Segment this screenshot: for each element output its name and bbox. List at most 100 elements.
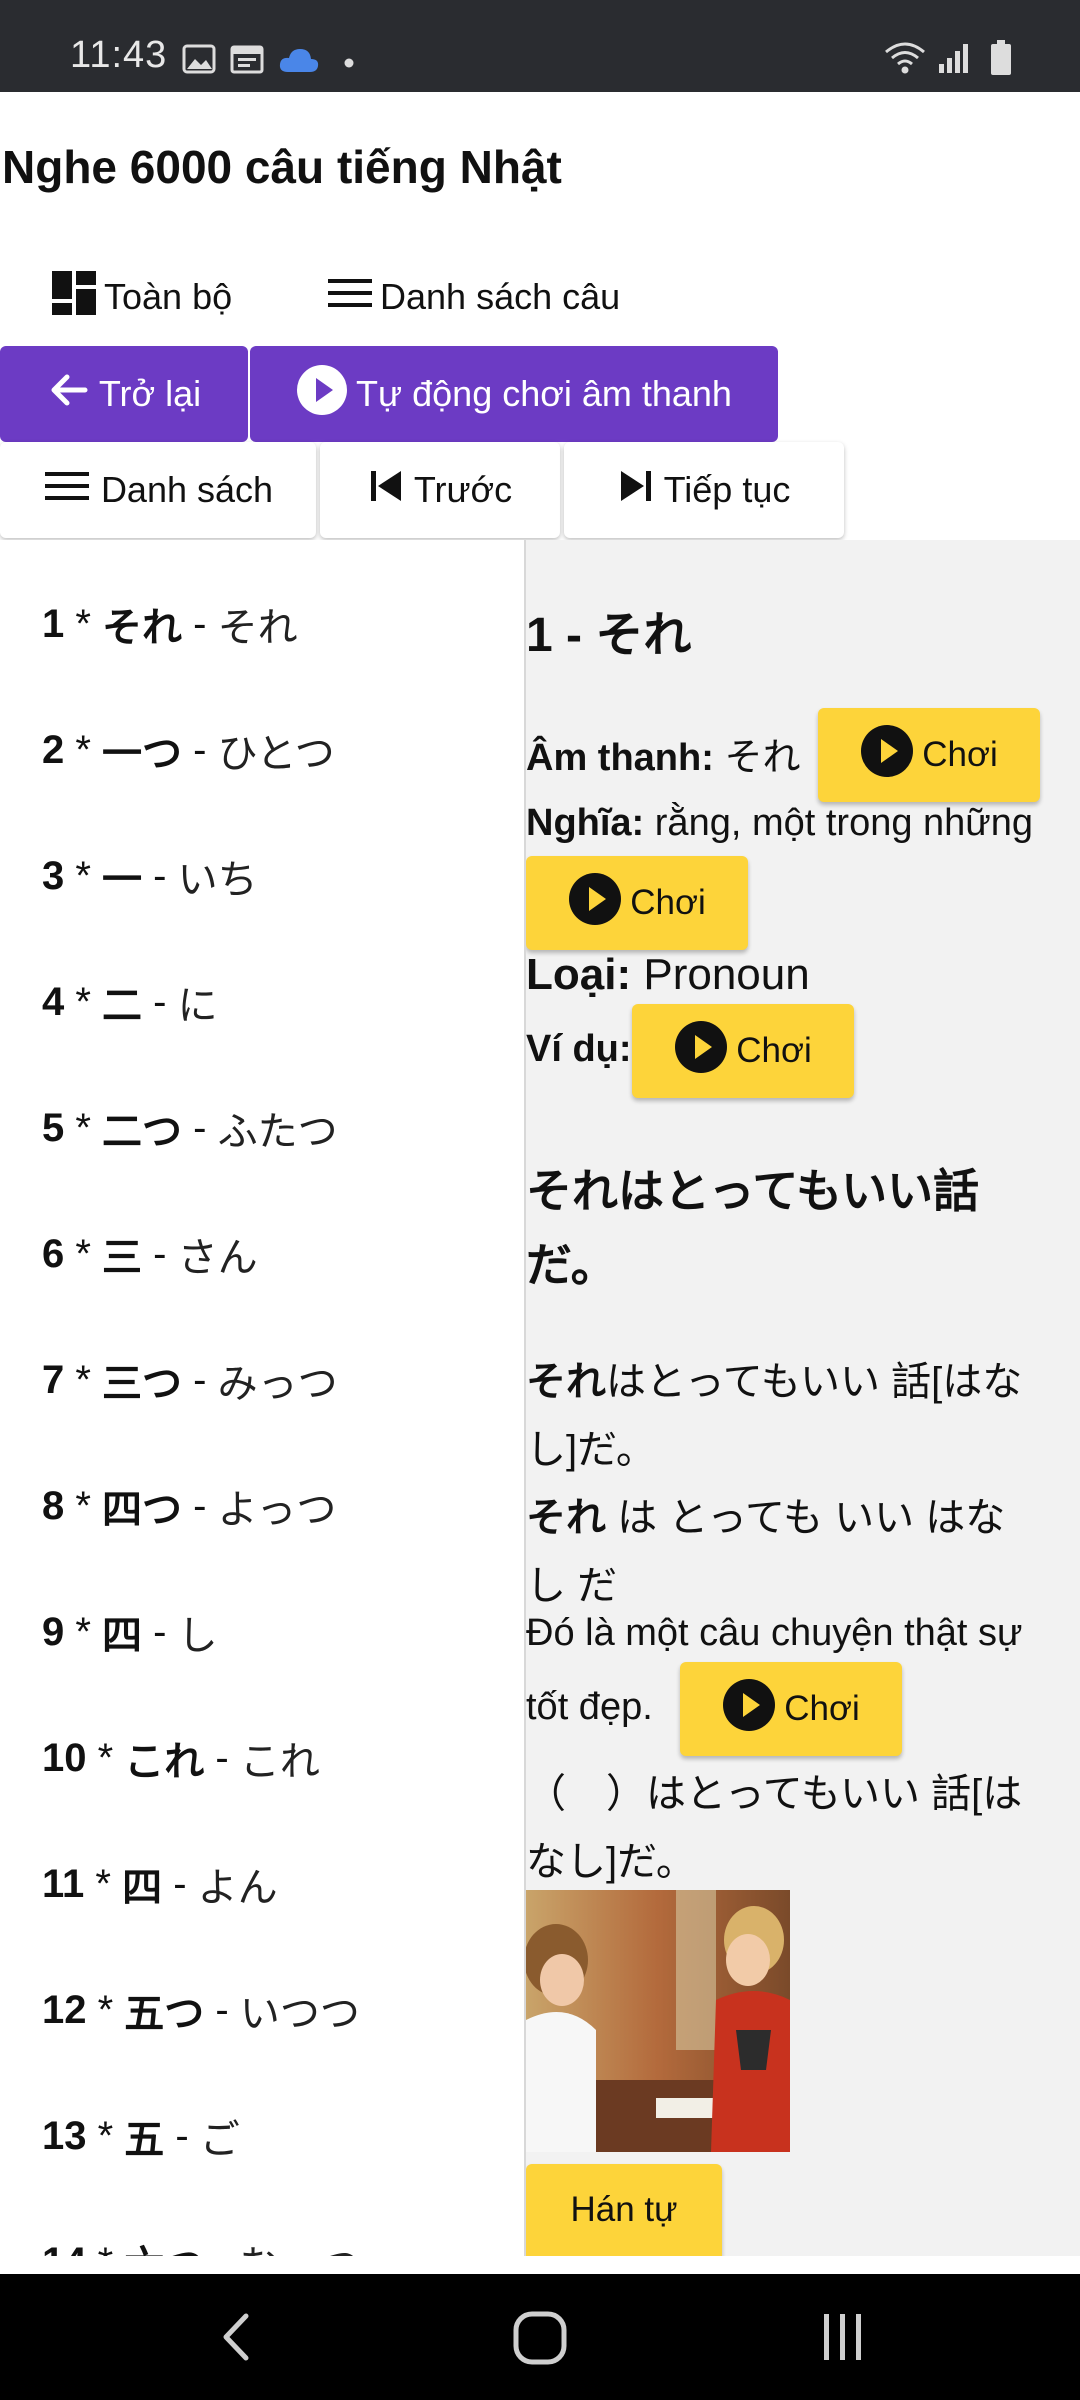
item-kanji: 五 [124, 2118, 165, 2162]
item-number: 4 [42, 979, 65, 1024]
separator-star: * [86, 2113, 125, 2158]
separator-dash: - [164, 2113, 200, 2158]
item-number: 2 [42, 727, 65, 772]
play-circle-icon [860, 724, 914, 787]
item-kanji: 四つ [102, 1488, 183, 1532]
audio-value: それ [724, 737, 801, 779]
nav-home-icon[interactable] [512, 2310, 568, 2371]
autoplay-button[interactable]: Tự động chơi âm thanh [250, 346, 778, 442]
list-button[interactable]: Danh sách [0, 442, 316, 538]
list-item[interactable]: 4 * 二 - に [42, 972, 218, 1032]
play-label: Chơi [922, 735, 998, 774]
menu-icon [326, 273, 380, 322]
play-example-button[interactable]: Chơi [632, 1004, 854, 1098]
type-label: Loại: [526, 950, 632, 999]
item-kana: これ [239, 1740, 320, 1784]
play-audio-button[interactable]: Chơi [818, 708, 1040, 802]
item-number: 11 [42, 1861, 85, 1906]
list-item[interactable]: 7 * 三つ - みっつ [42, 1350, 338, 1410]
previous-button-label: Trước [413, 469, 513, 510]
separator-dash: - [182, 1483, 218, 1528]
back-button-label: Trở lại [98, 373, 202, 414]
play-meaning-button[interactable]: Chơi [526, 856, 748, 950]
play-label: Chơi [784, 1689, 860, 1728]
audio-row: Âm thanh: それ [526, 726, 800, 781]
list-item[interactable]: 2 * 一つ - ひとつ [42, 720, 335, 780]
system-nav-bar [0, 2274, 1080, 2400]
item-kanji: 一つ [102, 732, 183, 776]
separator-star: * [64, 1483, 103, 1528]
item-kana: ふたつ [217, 1110, 338, 1154]
item-kanji: 六つ [124, 2233, 204, 2256]
tab-all[interactable]: Toàn bộ [50, 262, 232, 332]
spaced-line1: それ は とっても いい はな [526, 1484, 1005, 1552]
type-value: Pronoun [643, 950, 810, 999]
previous-button[interactable]: Trước [320, 442, 560, 538]
cloze-line1: （ ）はとってもいい 話[は [526, 1772, 1023, 1816]
item-kana: よっつ [217, 1488, 337, 1532]
status-bar: 11:43 [0, 0, 1080, 92]
separator-dash: - [204, 1735, 240, 1780]
item-number: 14 [42, 2240, 87, 2257]
list-item[interactable]: 5 * 二つ - ふたつ [42, 1098, 338, 1158]
play-circle-icon [674, 1020, 728, 1083]
type-row: Loại: Pronoun [526, 950, 810, 1000]
item-number: 5 [42, 1105, 65, 1150]
status-time: 11:43 [70, 34, 168, 76]
list-item[interactable]: 1 * それ - それ [42, 594, 298, 654]
nav-back-icon[interactable] [218, 2312, 254, 2367]
furigana-bold: それ [526, 1360, 606, 1404]
list-item[interactable]: 3 * 一 - いち [42, 846, 258, 906]
list-item[interactable]: 9 * 四 - し [42, 1602, 218, 1662]
separator-star: * [64, 601, 103, 646]
item-kanji: これ [124, 1740, 205, 1784]
kanji-button[interactable]: Hán tự [526, 2164, 722, 2256]
separator-dash: - [182, 1357, 218, 1402]
meaning-row: Nghĩa: rằng, một trong những [526, 802, 1033, 845]
list-item[interactable]: 11 * 四 - よん [42, 1854, 278, 1914]
separator-star: * [64, 1105, 103, 1150]
furigana-line1: それはとってもいい 話[はな [526, 1348, 1022, 1416]
item-kanji: 一 [102, 858, 143, 902]
separator-dash: - [204, 1987, 240, 2032]
separator-star: * [86, 1987, 125, 2032]
play-label: Chơi [736, 1031, 812, 1070]
separator-dash: - [162, 1861, 198, 1906]
battery-icon [990, 40, 1012, 81]
play-translation-button[interactable]: Chơi [680, 1662, 902, 1756]
tab-sentence-list[interactable]: Danh sách câu [326, 262, 620, 332]
gallery-icon [182, 44, 216, 79]
separator-dash: - [204, 2240, 240, 2257]
item-number: 9 [42, 1609, 65, 1654]
item-number: 8 [42, 1483, 65, 1528]
separator-star: * [64, 853, 103, 898]
list-item[interactable]: 8 * 四つ - よっつ [42, 1476, 336, 1536]
cloud-icon [278, 46, 320, 79]
skip-next-icon [618, 468, 664, 513]
item-number: 3 [42, 853, 65, 898]
list-item[interactable]: 12 * 五つ - いつつ [42, 1980, 360, 2040]
nav-recents-icon[interactable] [818, 2310, 868, 2369]
list-item[interactable]: 14 * 六つ - むっつ [42, 2232, 360, 2257]
back-button[interactable]: Trở lại [0, 346, 248, 442]
item-kanji: 四 [102, 1614, 143, 1658]
separator-dash: - [142, 853, 178, 898]
arrow-left-icon [47, 368, 99, 421]
list-item[interactable]: 13 * 五 - ご [42, 2106, 240, 2166]
separator-star: * [84, 1861, 123, 1906]
cloze-line2: なし]だ。 [526, 1840, 696, 1884]
list-item[interactable]: 10 * これ - これ [42, 1728, 320, 1788]
furigana-rest: はとってもいい 話[はな [606, 1360, 1023, 1404]
next-button[interactable]: Tiếp tục [564, 442, 844, 538]
meaning-label: Nghĩa: [526, 802, 645, 844]
item-kanji: それ [102, 606, 183, 650]
list-item[interactable]: 6 * 三 - さん [42, 1224, 258, 1284]
word-list[interactable]: 1 * それ - それ 2 * 一つ - ひとつ 3 * 一 - いち 4 * … [0, 540, 524, 2256]
separator-star: * [87, 2240, 125, 2257]
separator-dash: - [182, 601, 218, 646]
item-kana: いち [177, 858, 258, 902]
grid-icon [50, 269, 104, 326]
separator-dash: - [142, 979, 178, 1024]
item-kana: に [177, 984, 218, 1028]
item-kana: さん [177, 1236, 258, 1280]
